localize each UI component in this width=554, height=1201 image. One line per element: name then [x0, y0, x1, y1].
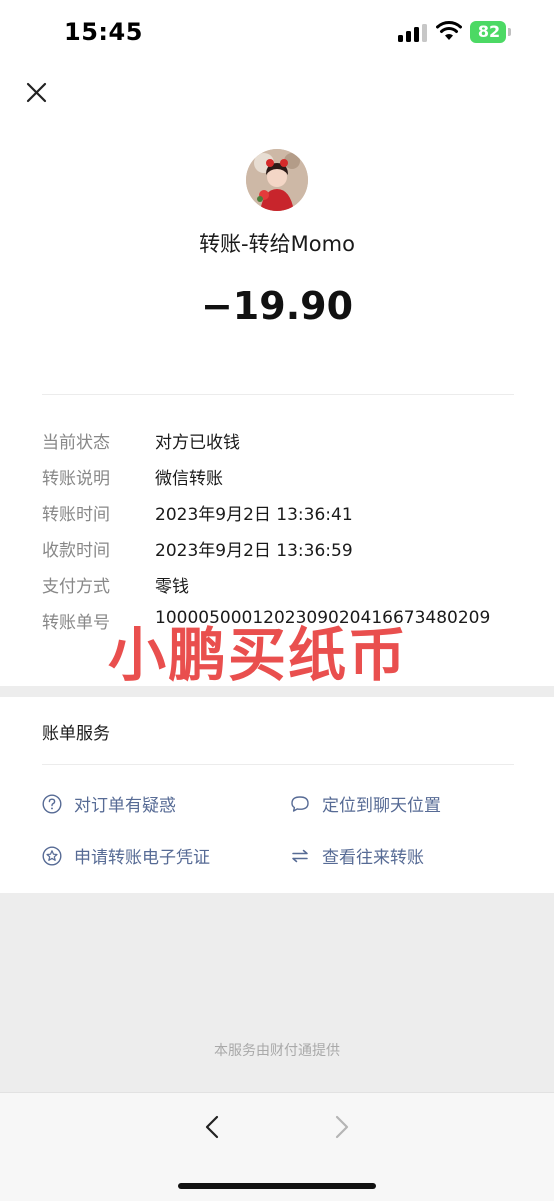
detail-row-note: 转账说明 微信转账	[42, 464, 522, 494]
detail-label: 转账时间	[42, 505, 110, 525]
transfer-summary-card: 转账-转给Momo −19.90 当前状态 对方已收钱 转账说明 微信转账 转账…	[0, 64, 554, 686]
home-indicator[interactable]	[178, 1183, 376, 1189]
avatar	[246, 149, 308, 211]
service-label: 对订单有疑惑	[74, 796, 176, 816]
services-title: 账单服务	[42, 724, 110, 744]
detail-row-status: 当前状态 对方已收钱	[42, 428, 522, 458]
service-label: 申请转账电子凭证	[74, 848, 210, 868]
detail-label: 当前状态	[42, 433, 110, 453]
divider	[42, 764, 514, 765]
status-bar: 15:45 82	[0, 0, 554, 64]
bill-services-card: 账单服务 对订单有疑惑 定位到聊天位置 申请转账电子凭证 查看往来转账	[0, 697, 554, 893]
transfer-amount: −19.90	[200, 284, 354, 328]
watermark-text: 小鹏买纸币	[108, 621, 409, 689]
detail-label: 转账单号	[42, 613, 110, 633]
battery-tip	[508, 28, 511, 36]
service-provider-note: 本服务由财付通提供	[214, 1043, 340, 1059]
cellular-signal-icon	[398, 24, 427, 42]
exchange-arrows-icon	[292, 849, 308, 863]
detail-label: 支付方式	[42, 577, 110, 597]
chat-bubble-icon	[291, 796, 309, 812]
service-label: 定位到聊天位置	[322, 796, 441, 816]
status-time: 15:45	[64, 18, 143, 46]
detail-label: 收款时间	[42, 541, 110, 561]
detail-label: 转账说明	[42, 469, 110, 489]
battery-icon: 82	[470, 21, 512, 43]
detail-row-transfer-time: 转账时间 2023年9月2日 13:36:41	[42, 500, 522, 530]
detail-value: 2023年9月2日 13:36:59	[155, 541, 353, 561]
star-badge-icon	[42, 846, 62, 866]
detail-value: 零钱	[155, 577, 189, 597]
bottom-toolbar	[0, 1092, 554, 1201]
detail-value: 对方已收钱	[155, 433, 240, 453]
close-icon[interactable]	[18, 74, 54, 110]
wifi-icon	[436, 21, 462, 40]
forward-arrow-icon[interactable]	[326, 1109, 358, 1145]
transfer-detail-screen: 15:45 82 转账-转给Momo −19.90 当前状态 对方已收钱 转账说…	[0, 0, 554, 1201]
transfer-title: 转账-转给Momo	[199, 232, 355, 256]
service-label: 查看往来转账	[322, 848, 424, 868]
back-arrow-icon[interactable]	[196, 1109, 228, 1145]
detail-value: 微信转账	[155, 469, 223, 489]
battery-percent: 82	[477, 22, 501, 41]
question-circle-icon	[42, 794, 62, 814]
avatar-image	[246, 149, 308, 211]
detail-value: 2023年9月2日 13:36:41	[155, 505, 353, 525]
divider	[42, 394, 514, 395]
detail-row-receive-time: 收款时间 2023年9月2日 13:36:59	[42, 536, 522, 566]
detail-row-payment-method: 支付方式 零钱	[42, 572, 522, 602]
